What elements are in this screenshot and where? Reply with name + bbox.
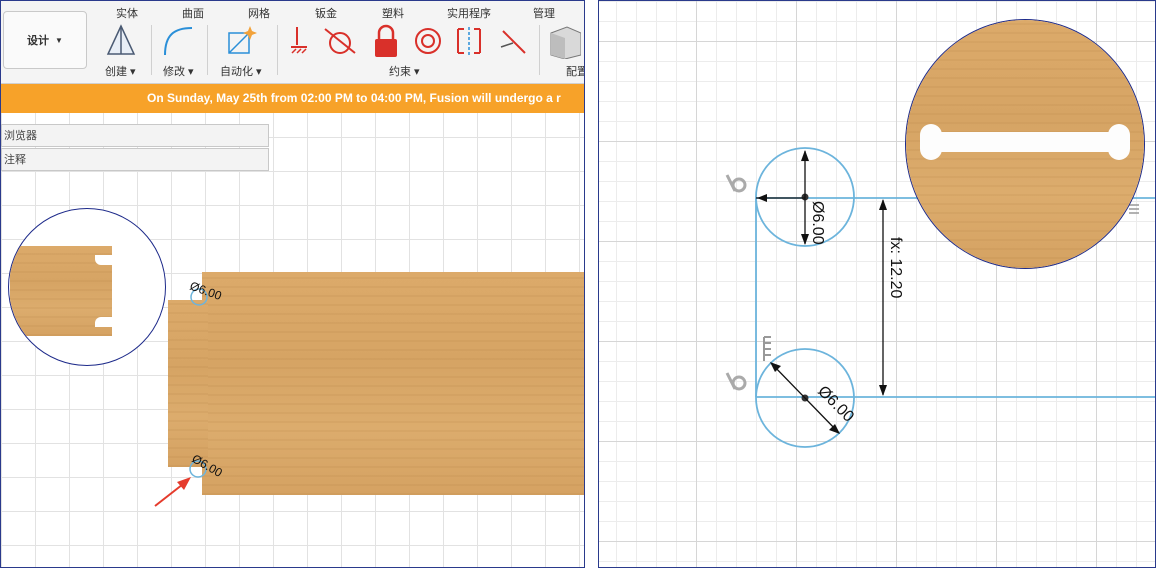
concentric-icon[interactable] <box>411 23 445 59</box>
auto-constrain-icon[interactable] <box>223 23 257 59</box>
coincident-constraint-icon <box>725 174 747 193</box>
fillet-curve-icon[interactable] <box>160 23 194 59</box>
annotations-panel-header[interactable]: 注释 <box>1 148 269 171</box>
group-automate[interactable]: 自动化 ▾ <box>220 63 262 79</box>
zoom-magnifier-right <box>905 19 1145 269</box>
workspace-label: 设计 <box>27 35 50 47</box>
dimension-top: Ø6.00 <box>809 201 826 245</box>
maintenance-banner: On Sunday, May 25th from 02:00 PM to 04:… <box>1 84 584 113</box>
workspace-switcher[interactable]: 设计 ▼ <box>3 11 87 69</box>
zoom-notch-top <box>95 255 113 265</box>
tab-solid[interactable]: 实体 <box>116 5 138 21</box>
left-screenshot-panel: Ø6.00 Ø6.00 设计 ▼ 实体 曲面 网格 钣金 塑料 实用程序 管理 <box>0 0 585 568</box>
configure-box-icon[interactable] <box>547 23 581 59</box>
dropdown-caret-icon: ▼ <box>55 35 63 45</box>
slot-end-right <box>1108 124 1130 160</box>
tab-surface[interactable]: 曲面 <box>182 5 204 21</box>
browser-panel-header[interactable]: 浏览器 <box>1 124 269 147</box>
dimension-bottom: Ø6.00 <box>814 383 857 426</box>
dim-arrow <box>801 234 809 245</box>
zoom-notch-bottom <box>95 317 113 327</box>
group-constraints[interactable]: 约束 ▾ <box>389 63 420 79</box>
tab-sheetmetal[interactable]: 钣金 <box>315 5 337 21</box>
banner-text: On Sunday, May 25th from 02:00 PM to 04:… <box>147 91 561 105</box>
separator <box>277 25 278 75</box>
dim-arrow <box>801 150 809 161</box>
separator <box>151 25 152 75</box>
tab-plastic[interactable]: 塑料 <box>382 5 404 21</box>
dimension-height: fx: 12.20 <box>887 237 904 298</box>
zoom-magnifier-left <box>8 208 166 366</box>
separator <box>539 25 540 75</box>
ribbon-toolbar: 设计 ▼ 实体 曲面 网格 钣金 塑料 实用程序 管理 创建 ▾ 修改 ▾ 自动… <box>1 1 584 84</box>
fix-constraint-icon[interactable] <box>287 23 321 59</box>
tab-manage[interactable]: 管理 <box>533 5 555 21</box>
slot-end-left <box>920 124 942 160</box>
dim-arrow <box>879 385 887 396</box>
perpendicular-icon[interactable] <box>497 23 531 59</box>
separator <box>207 25 208 75</box>
dim-arrow <box>879 199 887 210</box>
tab-utilities[interactable]: 实用程序 <box>447 5 491 21</box>
lock-icon[interactable] <box>369 23 403 59</box>
fix-constraint-icon <box>763 336 771 361</box>
group-create[interactable]: 创建 ▾ <box>105 63 136 79</box>
dim-arrow <box>829 424 840 434</box>
group-configure[interactable]: 配置 <box>566 63 584 79</box>
pyramid-icon[interactable] <box>104 23 138 59</box>
dim-arrow <box>770 362 781 372</box>
tangent-icon[interactable] <box>323 23 357 59</box>
slot-shape <box>928 132 1122 152</box>
tab-mesh[interactable]: 网格 <box>248 5 270 21</box>
right-screenshot-panel: Ø6.00 Ø6.00 fx: 12.20 <box>598 0 1156 568</box>
midpoint-icon[interactable] <box>452 23 486 59</box>
group-modify[interactable]: 修改 ▾ <box>163 63 194 79</box>
dim-arrow <box>757 194 767 202</box>
coincident-constraint-icon <box>725 372 747 391</box>
